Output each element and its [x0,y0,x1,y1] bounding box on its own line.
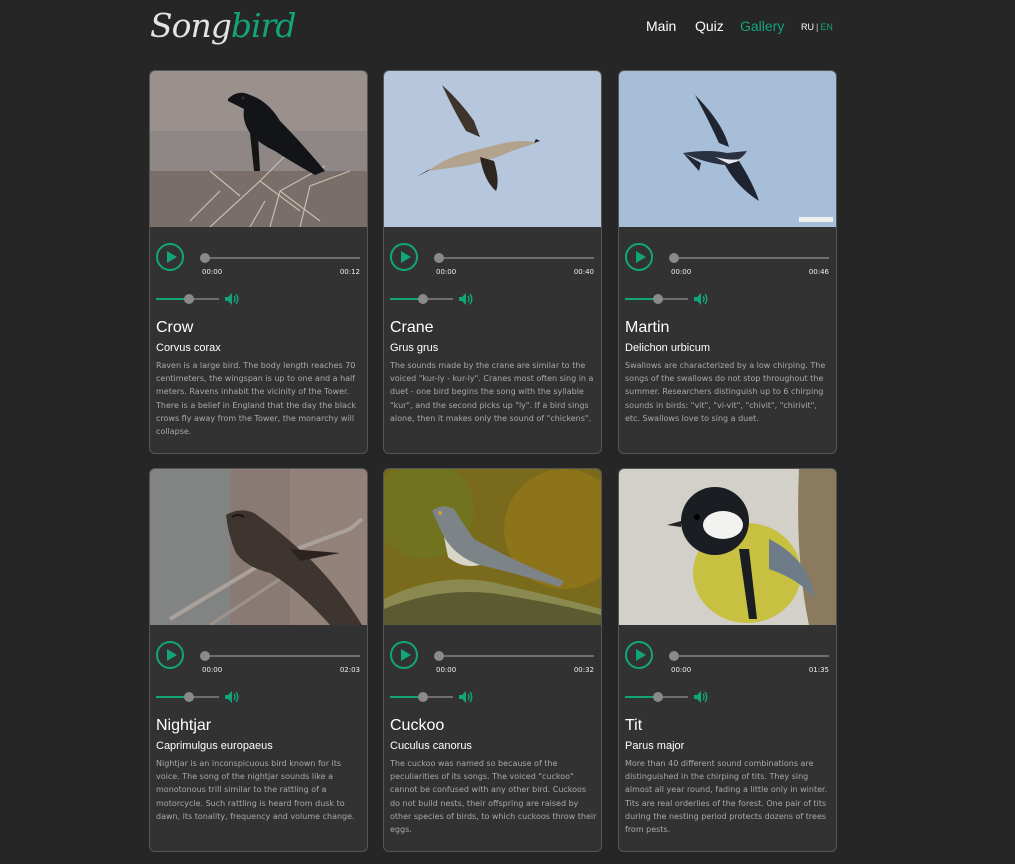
header: Songbird Main Quiz Gallery RU | EN [0,0,1015,52]
volume-slider-fill[interactable] [390,696,418,698]
current-time: 00:00 [202,268,223,276]
volume-icon[interactable] [693,292,709,306]
bird-card-nightjar: 00:00 02:03 Nightjar Caprimulgus europae… [149,468,368,852]
language-switcher: RU | EN [801,22,833,32]
play-button[interactable] [156,641,184,669]
volume-handle[interactable] [653,294,663,304]
play-button[interactable] [156,243,184,271]
current-time: 00:00 [436,666,457,674]
bird-description: Raven is a large bird. The body length r… [156,361,357,437]
bird-name: Martin [625,319,670,336]
progress-bar[interactable] [436,257,594,259]
bird-name: Cuckoo [390,717,445,734]
bird-photo-tit [619,469,836,625]
volume-slider-fill[interactable] [390,298,418,300]
volume-slider-fill[interactable] [156,298,184,300]
volume-slider-fill[interactable] [625,298,653,300]
volume-icon[interactable] [458,690,474,704]
duration: 00:12 [339,268,360,276]
progress-handle[interactable] [434,253,444,263]
bird-card-crane: 00:00 00:40 Crane Grus grus The sounds m… [383,70,602,454]
volume-handle[interactable] [418,692,428,702]
progress-handle[interactable] [200,651,210,661]
progress-handle[interactable] [434,651,444,661]
bird-photo-cuckoo [384,469,601,625]
progress-bar[interactable] [202,257,360,259]
volume-slider-fill[interactable] [156,696,184,698]
bird-photo-martin [619,71,836,227]
bird-name: Tit [625,717,643,734]
bird-card-crow: 00:00 00:12 Crow Corvus corax Raven is a… [149,70,368,454]
bird-description: Swallows are characterized by a low chir… [625,361,826,423]
bird-latin-name: Delichon urbicum [625,342,710,354]
current-time: 00:00 [202,666,223,674]
bird-photo-nightjar [150,469,367,625]
logo-text-bird: bird [230,6,297,45]
lang-ru[interactable]: RU [801,22,814,32]
progress-handle[interactable] [669,651,679,661]
current-time: 00:00 [436,268,457,276]
bird-latin-name: Corvus corax [156,342,221,354]
progress-bar[interactable] [202,655,360,657]
bird-name: Nightjar [156,717,212,734]
lang-en[interactable]: EN [820,22,833,32]
bird-name: Crane [390,319,434,336]
play-button[interactable] [625,243,653,271]
duration: 00:40 [573,268,594,276]
nav-quiz[interactable]: Quiz [695,18,724,34]
volume-icon[interactable] [224,292,240,306]
bird-name: Crow [156,319,194,336]
bird-description: Nightjar is an inconspicuous bird known … [156,759,355,821]
bird-description: The cuckoo was named so because of the p… [390,759,597,835]
progress-bar[interactable] [671,655,829,657]
play-button[interactable] [625,641,653,669]
progress-bar[interactable] [671,257,829,259]
logo-text-song: Song [150,6,232,45]
volume-handle[interactable] [184,692,194,702]
duration: 00:46 [808,268,829,276]
bird-photo-crow [150,71,367,227]
lang-separator: | [816,22,819,32]
play-button[interactable] [390,243,418,271]
volume-handle[interactable] [184,294,194,304]
bird-latin-name: Parus major [625,740,685,752]
volume-icon[interactable] [693,690,709,704]
volume-slider-fill[interactable] [625,696,653,698]
volume-handle[interactable] [418,294,428,304]
bird-card-tit: 00:00 01:35 Tit Parus major More than 40… [618,468,837,852]
bird-latin-name: Cuculus canorus [390,740,472,752]
bird-description: The sounds made by the crane are similar… [390,361,594,423]
progress-bar[interactable] [436,655,594,657]
duration: 01:35 [808,666,829,674]
nav-gallery[interactable]: Gallery [740,18,784,34]
bird-latin-name: Grus grus [390,342,439,354]
current-time: 00:00 [671,666,692,674]
logo[interactable]: Songbird [150,6,297,45]
bird-description: More than 40 different sound combination… [625,759,828,835]
current-time: 00:00 [671,268,692,276]
bird-photo-crane [384,71,601,227]
progress-handle[interactable] [669,253,679,263]
play-button[interactable] [390,641,418,669]
progress-handle[interactable] [200,253,210,263]
volume-icon[interactable] [224,690,240,704]
nav-main[interactable]: Main [646,18,676,34]
bird-card-martin: 00:00 00:46 Martin Delichon urbicum Swal… [618,70,837,454]
bird-latin-name: Caprimulgus europaeus [156,740,273,752]
bird-card-cuckoo: 00:00 00:32 Cuckoo Cuculus canorus The c… [383,468,602,852]
volume-icon[interactable] [458,292,474,306]
duration: 00:32 [573,666,594,674]
volume-handle[interactable] [653,692,663,702]
duration: 02:03 [339,666,360,674]
